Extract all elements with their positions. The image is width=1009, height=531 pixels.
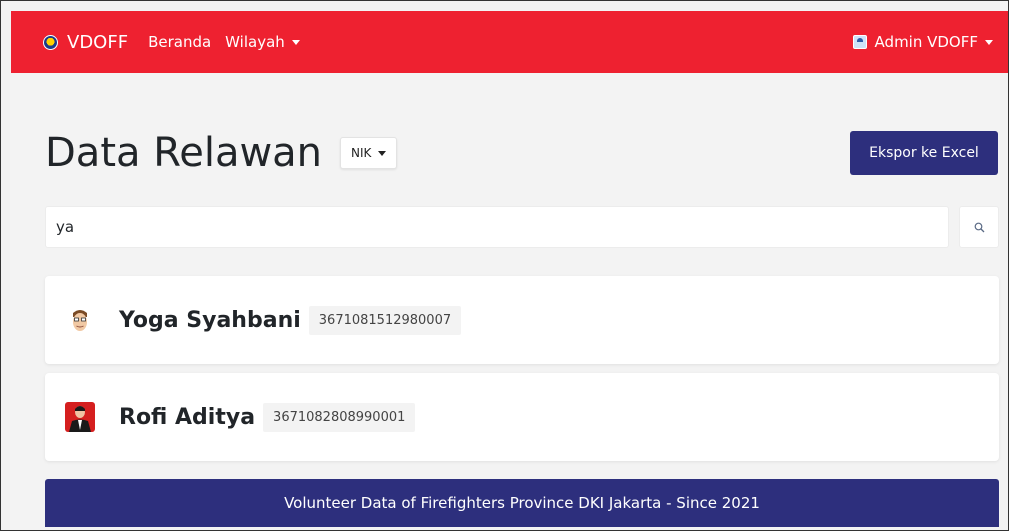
- export-excel-button[interactable]: Ekspor ke Excel: [850, 131, 998, 175]
- filter-dropdown-label: NIK: [351, 146, 372, 160]
- list-item[interactable]: Yoga Syahbani 3671081512980007: [45, 276, 999, 364]
- user-menu[interactable]: Admin VDOFF: [852, 33, 993, 51]
- nik-badge: 3671081512980007: [308, 305, 462, 335]
- list-item[interactable]: Rofi Aditya 3671082808990001: [45, 373, 999, 461]
- nav-link-beranda[interactable]: Beranda: [148, 33, 211, 51]
- brand-logo-icon: [43, 34, 58, 50]
- chevron-down-icon: [291, 39, 300, 45]
- nav-link-wilayah[interactable]: Wilayah: [225, 33, 300, 51]
- app-window: VDOFF Beranda Wilayah Admin VDOFF Data R…: [0, 0, 1009, 531]
- footer-text: Volunteer Data of Firefighters Province …: [284, 494, 760, 512]
- search-icon: [974, 222, 984, 232]
- person-name: Yoga Syahbani: [119, 307, 301, 333]
- chevron-down-icon: [378, 150, 387, 156]
- top-navbar: VDOFF Beranda Wilayah Admin VDOFF: [11, 11, 1008, 73]
- brand[interactable]: VDOFF: [43, 32, 128, 53]
- page-title-text: Data Relawan: [45, 130, 323, 176]
- search-button[interactable]: [959, 206, 999, 248]
- filter-dropdown[interactable]: NIK: [340, 137, 398, 169]
- chevron-down-icon: [985, 39, 993, 45]
- person-name: Rofi Aditya: [119, 404, 256, 430]
- nav-link-wilayah-label: Wilayah: [225, 33, 285, 51]
- page-title: Data Relawan NIK: [45, 130, 398, 176]
- photo-avatar: [65, 402, 95, 432]
- cartoon-face-avatar: [65, 305, 95, 335]
- search-input[interactable]: ya: [45, 206, 949, 248]
- brand-name: VDOFF: [67, 31, 129, 53]
- user-icon: [852, 35, 867, 49]
- user-name: Admin VDOFF: [874, 33, 978, 51]
- footer: Volunteer Data of Firefighters Province …: [45, 479, 999, 527]
- nik-badge: 3671082808990001: [263, 402, 416, 432]
